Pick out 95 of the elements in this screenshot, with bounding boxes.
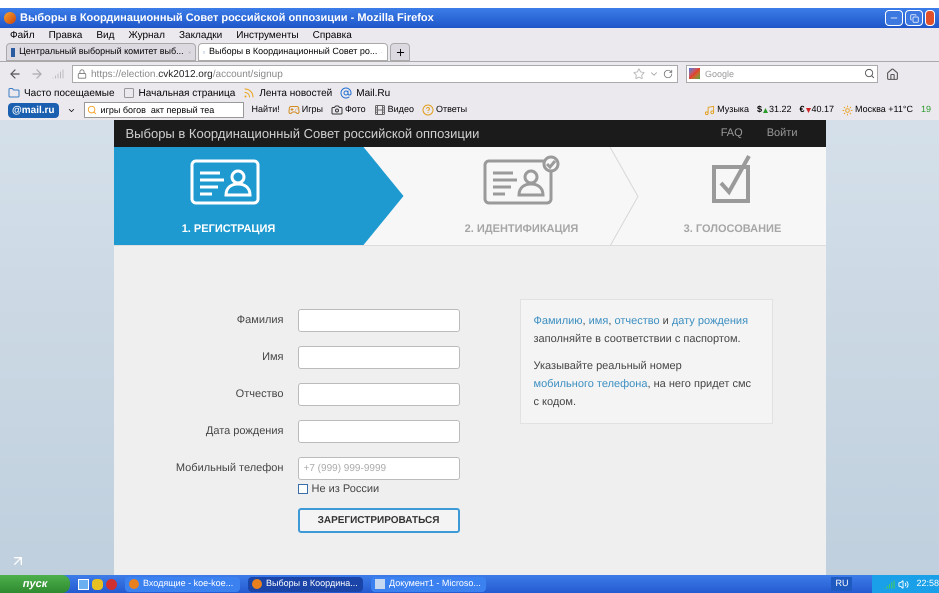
site-title: Выборы в Координационный Совет российской оппозиции — [126, 124, 480, 143]
weather-icon — [842, 104, 854, 116]
info-text: Фамилию, имя, отчество и дату рождения заполняйте в соответствии с паспортом. — [534, 314, 750, 347]
tab-title: Центральный выборный комитет выб... — [19, 45, 184, 58]
question-icon — [422, 104, 434, 116]
url-text: https://election.cvk2012.org/account/signup — [91, 68, 283, 82]
firefox-logo-icon — [129, 579, 139, 589]
register-button[interactable]: ЗАРЕГИСТРИРОВАТЬСЯ — [298, 508, 460, 532]
step-label: 1. РЕГИСТРАЦИЯ — [182, 222, 276, 237]
tab-title: Выборы в Координационный Совет ро... — [209, 45, 378, 58]
traffic-score: 19 — [920, 103, 931, 116]
mail-search-field[interactable]: игры богов акт первый теа — [84, 102, 244, 118]
search-field[interactable]: Google — [686, 65, 878, 83]
menu-item[interactable]: Правка — [48, 28, 82, 42]
step-label: 2. ИДЕНТИФИКАЦИЯ — [464, 222, 578, 237]
task-title: Документ1 - Microso... — [389, 577, 481, 590]
taskbar-button[interactable]: Входящие - koe-koe... — [125, 576, 240, 592]
camera-icon — [330, 104, 343, 116]
lock-icon — [77, 69, 87, 79]
signal-icon[interactable] — [884, 578, 896, 590]
toolbar-link[interactable]: Ответы — [436, 103, 468, 117]
browser-tab[interactable]: Выборы в Координационный Совет ро... — [198, 43, 388, 61]
field-label: Отчество — [234, 387, 284, 402]
home-icon[interactable] — [886, 68, 899, 80]
signal-bars-icon — [52, 68, 64, 80]
currency-rate: 40.17 — [812, 103, 834, 116]
gamepad-icon — [288, 104, 300, 116]
music-icon — [704, 104, 716, 116]
language-indicator[interactable]: RU — [831, 577, 852, 591]
text-field[interactable] — [298, 420, 460, 443]
document-icon — [375, 579, 385, 589]
task-title: Входящие - koe-koe... — [143, 577, 234, 590]
field-label: Имя — [261, 350, 284, 366]
checkbox[interactable] — [298, 484, 308, 494]
feed-icon — [243, 87, 256, 99]
toolbar-link[interactable]: Видео — [388, 103, 414, 117]
nav-link[interactable]: Войти — [766, 125, 798, 142]
bookmark-link[interactable]: Mail.Ru — [356, 86, 390, 100]
info-text: Указывайте реальный номер мобильного телефона, на него придет смс с кодом. — [534, 359, 752, 410]
menu-item[interactable]: Файл — [10, 28, 35, 42]
toolbar-link[interactable]: Фото — [344, 103, 366, 117]
back-icon[interactable] — [8, 67, 22, 81]
menu-item[interactable]: Справка — [312, 28, 352, 42]
task-title: Выборы в Координа... — [266, 577, 358, 590]
taskbar-button[interactable]: Документ1 - Microso... — [371, 576, 486, 592]
currency-rate: 31.22 — [768, 103, 792, 116]
field-label: Мобильный телефон — [174, 461, 284, 476]
restore-button[interactable] — [905, 10, 923, 26]
browser-tab[interactable]: Центральный выборный комитет выб... — [6, 43, 196, 61]
search-icon[interactable] — [864, 68, 875, 79]
mail-logo[interactable]: @mail.ru — [8, 102, 59, 118]
currency-symbol: € — [800, 103, 805, 116]
menu-item[interactable]: Инструменты — [236, 28, 299, 42]
bookmark-link[interactable]: Часто посещаемые — [24, 86, 115, 100]
currency-symbol: $ — [756, 103, 762, 116]
plus-icon — [394, 46, 406, 58]
new-tab-button[interactable] — [390, 43, 410, 61]
search-icon — [86, 105, 97, 115]
google-logo-icon — [689, 68, 700, 79]
nav-link[interactable]: FAQ — [720, 125, 743, 142]
toolbar-link[interactable]: Игры — [302, 103, 323, 117]
window-title: Выборы в Координационный Совет российской оппозиции - Mozilla Firefox — [20, 10, 434, 26]
taskbar-button[interactable]: Выборы в Координа... — [248, 576, 363, 592]
page-icon — [122, 87, 135, 99]
text-field[interactable]: +7 (999) 999-9999 — [298, 457, 460, 480]
reload-icon[interactable] — [663, 69, 673, 79]
step-label: 3. ГОЛОСОВАНИЕ — [684, 222, 782, 237]
menu-item[interactable]: Закладки — [178, 28, 222, 42]
text-field[interactable] — [298, 383, 460, 406]
music-link[interactable]: Музыка — [717, 103, 749, 117]
text-field[interactable] — [298, 346, 460, 369]
close-button[interactable] — [925, 10, 935, 26]
text-field[interactable] — [298, 309, 460, 332]
film-icon — [374, 104, 386, 116]
volume-icon[interactable] — [898, 578, 910, 590]
address-field[interactable]: https://election.cvk2012.org/account/signup — [72, 65, 678, 83]
field-label: Фамилия — [236, 313, 284, 328]
menu-item[interactable]: Журнал — [128, 28, 165, 42]
menu-item[interactable]: Вид — [96, 28, 114, 42]
bookmark-star-icon[interactable] — [633, 68, 645, 80]
find-button[interactable]: Найти! — [252, 103, 280, 117]
at-sign-icon — [340, 87, 352, 99]
minimize-button[interactable] — [885, 10, 903, 26]
forward-icon[interactable] — [30, 67, 44, 81]
clock: 22:58 — [915, 577, 939, 590]
bookmark-link[interactable]: Начальная страница — [138, 86, 236, 100]
bookmark-link[interactable]: Лента новостей — [259, 86, 332, 100]
firefox-logo-icon — [252, 579, 262, 589]
checkbox-label: Не из России — [312, 482, 380, 497]
folder-icon — [8, 87, 20, 99]
id-card-check-icon — [482, 154, 560, 205]
restore-icon — [910, 14, 918, 22]
weather-text: Москва +11°C — [855, 103, 913, 116]
field-label: Дата рождения — [204, 424, 284, 440]
firefox-logo-icon — [4, 12, 16, 24]
